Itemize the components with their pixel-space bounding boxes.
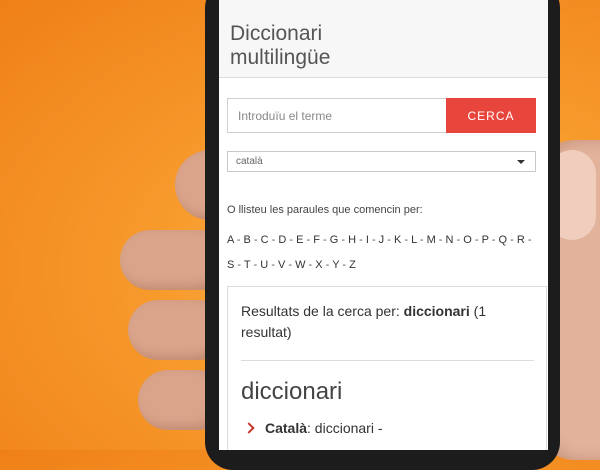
letter-separator: -	[268, 259, 278, 271]
letter-link-q[interactable]: Q	[499, 234, 508, 246]
app-header: Diccionari multilingüe	[219, 0, 548, 78]
letter-separator: -	[268, 234, 279, 246]
letter-separator: -	[285, 259, 296, 271]
letter-separator: -	[453, 234, 464, 246]
letter-link-z[interactable]: Z	[349, 259, 356, 271]
search-input[interactable]	[227, 98, 446, 133]
letter-separator: -	[435, 234, 446, 246]
browse-label: O llisteu les paraules que comencin per:	[227, 204, 423, 216]
search-bar: CERCA	[227, 98, 536, 133]
result-entry-text: : diccionari -	[307, 420, 383, 436]
letter-link-m[interactable]: M	[427, 234, 436, 246]
letter-link-x[interactable]: X	[315, 259, 322, 271]
result-entry-language: Català	[265, 420, 308, 436]
letter-link-u[interactable]: U	[260, 259, 268, 271]
letter-separator: -	[401, 234, 412, 246]
phone-screen: Diccionari multilingüe CERCA català O ll…	[219, 0, 548, 450]
letter-separator: -	[233, 234, 244, 246]
letter-link-c[interactable]: C	[261, 234, 269, 246]
letter-link-p[interactable]: P	[482, 234, 489, 246]
letter-separator: -	[250, 234, 261, 246]
language-select[interactable]: català	[227, 151, 536, 172]
letter-separator: -	[471, 234, 482, 246]
letter-separator: -	[303, 234, 314, 246]
letter-separator: -	[416, 234, 427, 246]
results-panel: Resultats de la cerca per: diccionari (1…	[227, 286, 547, 450]
letter-link-b[interactable]: B	[244, 234, 251, 246]
letter-separator: -	[507, 234, 517, 246]
letter-separator: -	[286, 234, 297, 246]
letter-separator: -	[250, 259, 261, 271]
letter-link-h[interactable]: H	[348, 234, 356, 246]
results-heading: Resultats de la cerca per: diccionari (1…	[241, 303, 487, 340]
letter-separator: -	[305, 259, 316, 271]
chevron-down-icon	[517, 160, 525, 164]
alphabet-index: A - B - C - D - E - F - G - H - I - J - …	[227, 228, 537, 278]
search-button[interactable]: CERCA	[446, 98, 536, 133]
letter-separator: -	[322, 259, 333, 271]
letter-separator: -	[234, 259, 244, 271]
letter-separator: -	[339, 259, 350, 271]
letter-link-o[interactable]: O	[463, 234, 472, 246]
letter-link-w[interactable]: W	[295, 259, 305, 271]
result-word[interactable]: diccionari	[241, 378, 534, 406]
letter-separator: -	[338, 234, 349, 246]
letter-separator: -	[384, 234, 394, 246]
divider	[241, 360, 534, 361]
result-entry[interactable]: Català : diccionari -	[241, 420, 534, 436]
results-query: diccionari	[403, 303, 470, 319]
letter-separator: -	[524, 234, 532, 246]
chevron-right-icon	[243, 422, 255, 434]
letter-link-f[interactable]: F	[313, 234, 320, 246]
letter-separator: -	[356, 234, 366, 246]
letter-link-r[interactable]: R	[517, 234, 525, 246]
letter-separator: -	[319, 234, 330, 246]
language-select-value: català	[236, 156, 263, 167]
app-title: Diccionari multilingüe	[230, 22, 331, 69]
letter-separator: -	[488, 234, 499, 246]
letter-link-a[interactable]: A	[227, 234, 234, 246]
letter-separator: -	[368, 234, 379, 246]
